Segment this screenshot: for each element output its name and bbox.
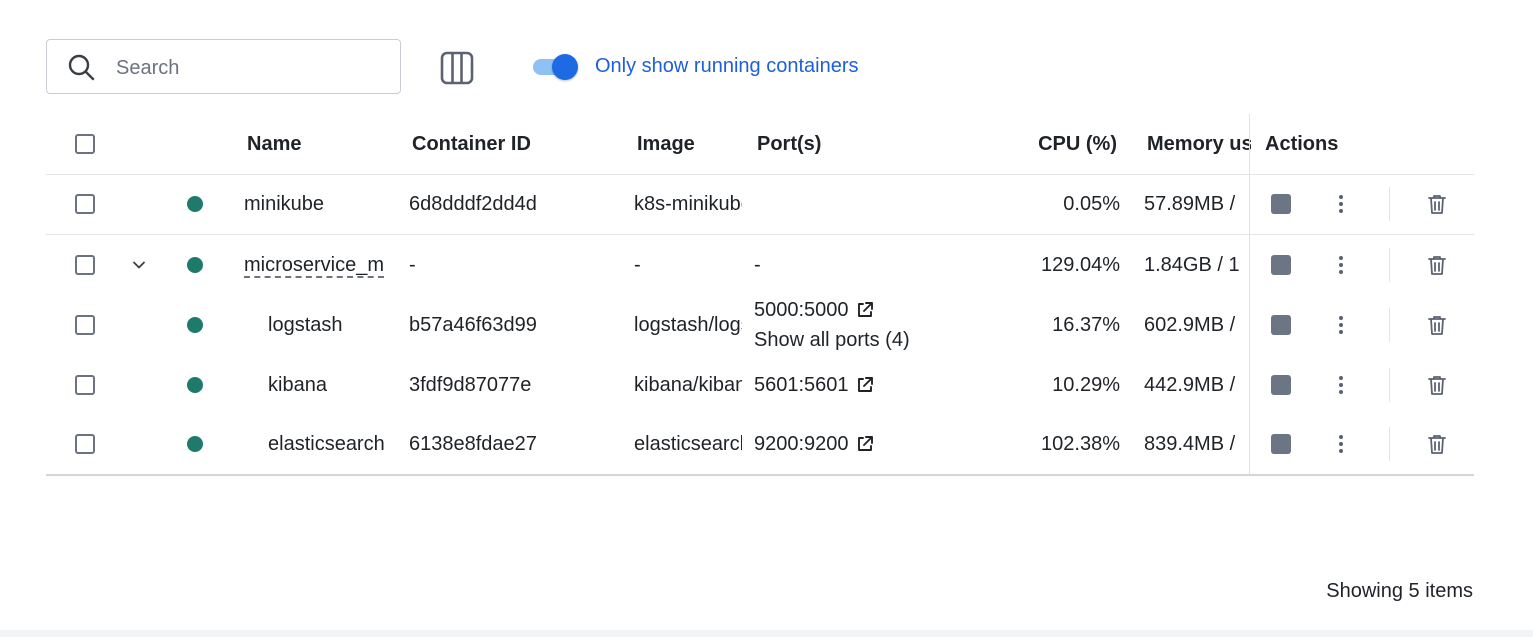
item-count: Showing 5 items xyxy=(1326,580,1473,602)
toggle-knob xyxy=(552,54,578,80)
container-name[interactable]: logstash xyxy=(268,295,399,355)
running-filter-toggle[interactable] xyxy=(533,54,579,80)
stop-button[interactable] xyxy=(1271,375,1291,395)
external-link-icon xyxy=(857,302,873,317)
search-icon xyxy=(68,54,95,81)
container-port: 5601:5601 xyxy=(754,355,1004,415)
cpu-usage: 129.04% xyxy=(1041,253,1120,276)
container-port xyxy=(754,174,1004,234)
container-id: 3fdf9d87077e xyxy=(409,373,532,396)
more-options-icon[interactable] xyxy=(1331,375,1351,395)
port-text: 9200:9200 xyxy=(754,432,849,455)
action-separator xyxy=(1389,368,1390,402)
table-header: Name Container ID Image Port(s) CPU (%) … xyxy=(46,114,1474,175)
row-checkbox[interactable] xyxy=(75,434,95,454)
port-link[interactable]: 9200:9200 xyxy=(754,433,875,456)
container-id: b57a46f63d99 xyxy=(409,313,537,336)
container-image: - xyxy=(634,253,641,276)
row-checkbox[interactable] xyxy=(75,315,95,335)
more-options-icon[interactable] xyxy=(1331,315,1351,335)
cpu-usage: 102.38% xyxy=(1041,432,1120,455)
stop-button[interactable] xyxy=(1271,255,1291,275)
table-row-group[interactable]: microservice_m - - - 129.04% 1.84GB / 1 xyxy=(46,235,1474,295)
cpu-usage: 10.29% xyxy=(1052,373,1120,396)
container-name[interactable]: elasticsearch xyxy=(268,414,399,474)
action-separator xyxy=(1389,187,1390,221)
container-name[interactable]: minikube xyxy=(244,174,399,234)
container-port: 9200:9200 xyxy=(754,414,1004,474)
cpu-usage: 16.37% xyxy=(1052,313,1120,336)
search-input[interactable] xyxy=(114,52,388,84)
action-separator xyxy=(1389,308,1390,342)
row-checkbox[interactable] xyxy=(75,194,95,214)
memory-usage: 839.4MB / xyxy=(1144,432,1236,455)
container-id: 6138e8fdae27 xyxy=(409,432,537,455)
delete-icon[interactable] xyxy=(1426,193,1448,215)
container-id: 6d8dddf2dd4d xyxy=(409,192,537,215)
search-field[interactable] xyxy=(46,39,401,94)
container-port: - xyxy=(754,253,761,276)
memory-usage: 602.9MB / xyxy=(1144,313,1236,336)
container-name[interactable]: kibana xyxy=(268,355,399,415)
header-cpu[interactable]: CPU (%) xyxy=(1011,114,1117,174)
show-all-ports-link[interactable]: Show all ports (4) xyxy=(754,325,910,355)
delete-icon[interactable] xyxy=(1426,314,1448,336)
container-image[interactable]: logstash/logstash xyxy=(634,295,742,355)
stop-button[interactable] xyxy=(1271,315,1291,335)
table-row[interactable]: elasticsearch 6138e8fdae27 elasticsearch… xyxy=(46,414,1474,474)
header-memory[interactable]: Memory us xyxy=(1147,114,1251,174)
action-separator xyxy=(1389,427,1390,461)
memory-usage: 442.9MB / xyxy=(1144,373,1236,396)
table-row[interactable]: minikube 6d8dddf2dd4d k8s-minikube 0.05%… xyxy=(46,174,1474,235)
port-text: 5601:5601 xyxy=(754,373,849,396)
more-options-icon[interactable] xyxy=(1331,434,1351,454)
action-separator xyxy=(1389,248,1390,282)
status-running-dot xyxy=(187,436,203,452)
header-image[interactable]: Image xyxy=(637,114,737,174)
header-name[interactable]: Name xyxy=(247,114,397,174)
port-link[interactable]: 5000:5000 xyxy=(754,295,910,325)
stop-button[interactable] xyxy=(1271,434,1291,454)
select-all-checkbox[interactable] xyxy=(75,134,95,154)
container-image[interactable]: k8s-minikube xyxy=(634,174,742,234)
more-options-icon[interactable] xyxy=(1331,255,1351,275)
delete-icon[interactable] xyxy=(1426,374,1448,396)
header-ports[interactable]: Port(s) xyxy=(757,114,957,174)
external-link-icon xyxy=(857,436,873,451)
header-actions: Actions xyxy=(1265,132,1339,155)
status-running-dot xyxy=(187,377,203,393)
table-bottom-border xyxy=(46,474,1474,476)
more-options-icon[interactable] xyxy=(1331,194,1351,214)
group-name[interactable]: microservice_m xyxy=(244,235,399,295)
external-link-icon xyxy=(857,377,873,392)
running-filter-label[interactable]: Only show running containers xyxy=(595,55,858,78)
status-running-dot xyxy=(187,196,203,212)
bottom-strip xyxy=(0,630,1533,637)
delete-icon[interactable] xyxy=(1426,433,1448,455)
container-image[interactable]: elasticsearch xyxy=(634,414,742,474)
port-text: 5000:5000 xyxy=(754,299,849,321)
table-row[interactable]: kibana 3fdf9d87077e kibana/kibana 5601:5… xyxy=(46,355,1474,415)
memory-usage: 57.89MB / xyxy=(1144,192,1236,215)
delete-icon[interactable] xyxy=(1426,254,1448,276)
port-link[interactable]: 5601:5601 xyxy=(754,374,875,397)
row-checkbox[interactable] xyxy=(75,255,95,275)
table-row[interactable]: logstash b57a46f63d99 logstash/logstash … xyxy=(46,295,1474,355)
container-id: - xyxy=(409,253,416,276)
header-container-id[interactable]: Container ID xyxy=(412,114,622,174)
stop-button[interactable] xyxy=(1271,194,1291,214)
status-running-dot xyxy=(187,317,203,333)
row-checkbox[interactable] xyxy=(75,375,95,395)
columns-icon[interactable] xyxy=(440,51,474,85)
chevron-down-icon[interactable] xyxy=(130,256,148,274)
actions-column-divider xyxy=(1249,114,1250,474)
group-name-link[interactable]: microservice_m xyxy=(244,254,384,277)
container-port: 5000:5000 Show all ports (4) xyxy=(754,295,1004,355)
memory-usage: 1.84GB / 1 xyxy=(1144,253,1240,276)
status-running-dot xyxy=(187,257,203,273)
cpu-usage: 0.05% xyxy=(1063,192,1120,215)
container-image[interactable]: kibana/kibana xyxy=(634,355,742,415)
